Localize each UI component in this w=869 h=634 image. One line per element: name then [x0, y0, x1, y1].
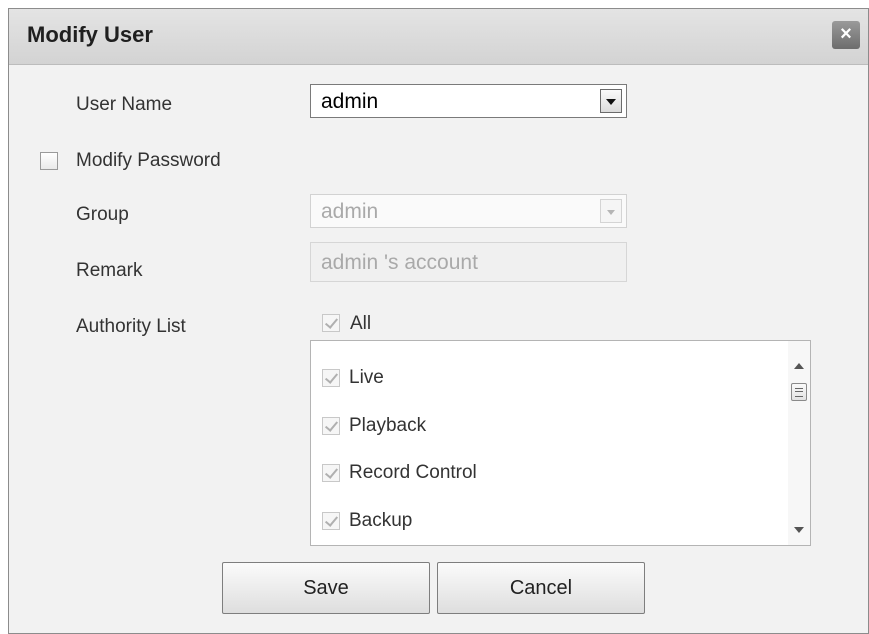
close-button[interactable]: × [832, 21, 860, 49]
chevron-down-icon [600, 199, 622, 223]
dialog-title: Modify User [27, 22, 153, 47]
scroll-down-icon[interactable] [794, 527, 804, 533]
checkbox-icon [322, 417, 340, 435]
authority-list[interactable]: Live Playback Record Control Backup [310, 340, 811, 546]
save-button[interactable]: Save [222, 562, 430, 614]
authority-item-playback: Playback [311, 405, 781, 445]
close-icon: × [840, 23, 852, 45]
chevron-down-icon[interactable] [600, 89, 622, 113]
remark-label: Remark [76, 260, 143, 281]
modify-password-label[interactable]: Modify Password [76, 150, 221, 172]
group-value: admin [321, 200, 379, 223]
user-name-select[interactable]: admin [310, 84, 627, 118]
authority-item-live: Live [311, 357, 781, 397]
checkbox-icon [322, 512, 340, 530]
checkbox-icon [322, 464, 340, 482]
remark-value: admin 's account [321, 251, 478, 274]
authority-item-backup: Backup [311, 500, 781, 540]
authority-list-scrollbar[interactable] [788, 341, 810, 545]
dialog-titlebar: Modify User [9, 9, 868, 65]
authority-all-checkbox [322, 314, 340, 332]
checkbox-icon [322, 369, 340, 387]
authority-item-label: Record Control [349, 462, 477, 483]
authority-list-label: Authority List [76, 316, 186, 337]
group-label: Group [76, 204, 129, 225]
remark-input: admin 's account [310, 242, 627, 282]
scroll-up-icon[interactable] [794, 363, 804, 369]
user-name-label: User Name [76, 94, 173, 115]
cancel-button[interactable]: Cancel [437, 562, 645, 614]
authority-item-label: Backup [349, 510, 413, 531]
authority-item-label: Playback [349, 415, 427, 436]
authority-item-record-control: Record Control [311, 452, 781, 492]
modify-password-checkbox[interactable] [40, 152, 58, 170]
group-select: admin [310, 194, 627, 228]
user-name-value: admin [321, 90, 379, 113]
authority-all-label: All [350, 313, 372, 334]
scroll-thumb[interactable] [791, 383, 807, 401]
authority-item-label: Live [349, 367, 384, 388]
